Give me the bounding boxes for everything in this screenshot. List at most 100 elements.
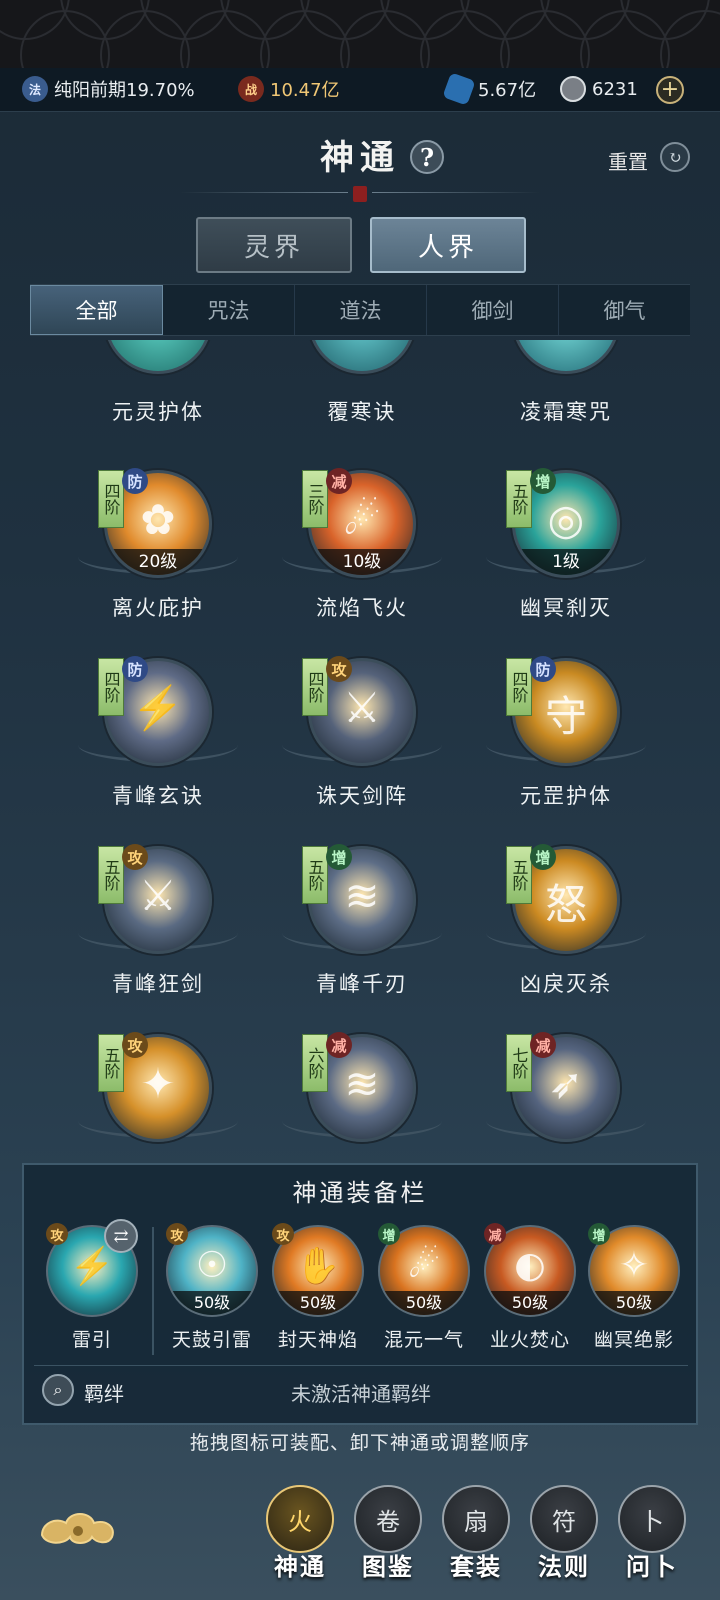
tab-sword[interactable]: 御剑 <box>427 285 559 335</box>
skill-card[interactable]: 怒五阶增凶戾灭杀 <box>476 844 656 1006</box>
skill-name: 元罡护体 <box>520 784 612 808</box>
bottom-nav: 火神通卷图鉴扇套装符法则卜问卜 <box>0 1475 720 1600</box>
equip-skill-name: 幽冥绝影 <box>593 1329 674 1351</box>
skill-card[interactable]: ≋ 六阶减 <box>272 1032 452 1150</box>
equip-slot[interactable]: ✋ 50级 攻封天神焰 <box>268 1223 368 1352</box>
nav-icon: 卷 <box>354 1485 422 1553</box>
equip-slot[interactable]: ☄ 50级 增混元一气 <box>374 1223 474 1352</box>
realm-tab-spirit[interactable]: 灵界 <box>196 217 352 273</box>
skill-tier: 四阶 <box>302 658 328 716</box>
skill-type-tag: 增 <box>530 844 556 870</box>
equip-glyph: ◐ <box>514 1245 546 1286</box>
realm-tab-human[interactable]: 人界 <box>370 217 526 273</box>
skill-card[interactable]: ⚔ 五阶攻青峰狂剑 <box>68 844 248 1006</box>
nav-label: 图鉴 <box>362 1552 414 1581</box>
skill-name: 凌霜寒咒 <box>520 400 612 424</box>
skill-card[interactable]: ➶ 七阶减 <box>476 1032 656 1150</box>
skill-name: 元灵护体 <box>112 400 204 424</box>
skill-name: 诛天剑阵 <box>316 784 408 808</box>
skill-card[interactable]: 凌霜寒咒 <box>476 340 656 430</box>
skill-tier: 五阶 <box>506 846 532 904</box>
nav-icon: 卜 <box>618 1485 686 1553</box>
skill-card[interactable]: 覆寒诀 <box>272 340 452 430</box>
skill-type-tag: 增 <box>326 844 352 870</box>
skill-tier: 四阶 <box>506 658 532 716</box>
skill-icon <box>308 340 416 374</box>
nav-label: 问卜 <box>626 1552 678 1581</box>
cultivation-stage[interactable]: 法 纯阳前期19.70% <box>22 76 195 102</box>
nav-button[interactable]: 卜问卜 <box>614 1485 690 1582</box>
currency-value: 6231 <box>592 78 638 100</box>
skill-type-tag: 增 <box>530 468 556 494</box>
cultivation-icon: 法 <box>22 76 48 102</box>
skill-card[interactable]: ☄ 10级 三阶减流焰飞火 <box>272 468 452 630</box>
combat-icon: 战 <box>238 76 264 102</box>
skill-type-tag: 攻 <box>122 844 148 870</box>
equip-type-tag: 增 <box>588 1223 610 1245</box>
skill-level: 20级 <box>107 549 209 575</box>
equip-glyph: ✧ <box>618 1245 650 1286</box>
nav-button[interactable]: 卷图鉴 <box>350 1485 426 1582</box>
equip-level: 50级 <box>380 1291 468 1315</box>
equip-slot[interactable]: ✧ 50级 增幽冥绝影 <box>584 1223 684 1352</box>
nav-button[interactable]: 符法则 <box>526 1485 602 1582</box>
equip-slot[interactable]: ☉ 50级 攻天鼓引雷 <box>162 1223 262 1352</box>
skill-card[interactable]: ⚡ 四阶防青峰玄诀 <box>68 656 248 818</box>
skill-card[interactable]: ✦ 五阶攻 <box>68 1032 248 1150</box>
skill-card[interactable]: 元灵护体 <box>68 340 248 430</box>
skill-name: 青峰千刃 <box>316 972 408 996</box>
skill-card[interactable]: ✿ 20级 四阶防离火庇护 <box>68 468 248 630</box>
skill-grid: 元灵护体 覆寒诀 凌霜寒咒 ✿ 20级 四阶防离火庇护 ☄ 10级 三阶减流焰飞火 ◎ 1级五… <box>0 340 720 1150</box>
tab-dao[interactable]: 道法 <box>295 285 427 335</box>
help-button[interactable]: ? <box>410 140 444 174</box>
equip-skill-name: 混元一气 <box>383 1329 464 1351</box>
equip-skill-name: 业火焚心 <box>489 1329 570 1351</box>
tab-all[interactable]: 全部 <box>30 285 163 335</box>
skill-tier: 五阶 <box>98 1034 124 1092</box>
reset-icon[interactable]: ↻ <box>660 142 690 172</box>
equip-panel: 神通装备栏 ⇄ ⚡ 攻雷引 ☉ 50级攻天鼓引雷 ✋ 50级攻封天神焰 ☄ 50级增混元一气 ◐… <box>22 1163 698 1425</box>
equip-type-tag: 攻 <box>46 1223 68 1245</box>
skill-card[interactable]: ◎ 1级 五阶增幽冥刹灭 <box>476 468 656 630</box>
equip-skill-name: 封天神焰 <box>277 1329 358 1351</box>
equip-type-tag: 攻 <box>272 1223 294 1245</box>
equip-level: 50级 <box>274 1291 362 1315</box>
equip-slot[interactable]: ◐ 50级 减业火焚心 <box>480 1223 580 1352</box>
skill-type-tag: 防 <box>530 656 556 682</box>
bond-row[interactable]: ⌕ 羁绊 未激活神通羁绊 <box>34 1365 688 1413</box>
skill-name: 离火庇护 <box>112 596 204 620</box>
skill-name: 流焰飞火 <box>316 596 408 620</box>
skill-tier: 五阶 <box>302 846 328 904</box>
nav-button[interactable]: 火神通 <box>262 1485 338 1582</box>
skill-card[interactable]: ⚔ 四阶攻诛天剑阵 <box>272 656 452 818</box>
nav-icon: 扇 <box>442 1485 510 1553</box>
resource-bar: 法 纯阳前期19.70% 战 10.47亿 5.67亿 6231 + <box>0 68 720 112</box>
equip-title: 神通装备栏 <box>292 1179 428 1207</box>
nav-button[interactable]: 扇套装 <box>438 1485 514 1582</box>
spirit-stone-icon <box>442 72 476 106</box>
spirit-stone[interactable]: 5.67亿 <box>442 72 536 106</box>
skill-type-tag: 防 <box>122 468 148 494</box>
skill-card[interactable]: ≋ 五阶增青峰千刃 <box>272 844 452 1006</box>
reset-label[interactable]: 重置 <box>608 146 648 175</box>
skill-tier: 三阶 <box>302 470 328 528</box>
nav-label: 神通 <box>274 1552 326 1581</box>
add-currency-button[interactable]: + <box>656 76 684 104</box>
tab-curse[interactable]: 咒法 <box>163 285 295 335</box>
nav-icon: 火 <box>266 1485 334 1553</box>
skill-tier: 五阶 <box>506 470 532 528</box>
equip-glyph: ☉ <box>195 1245 229 1286</box>
skill-card[interactable]: 守四阶防元罡护体 <box>476 656 656 818</box>
cloud-menu-icon[interactable] <box>36 1505 120 1553</box>
currency[interactable]: 6231 <box>560 76 638 102</box>
combat-power[interactable]: 战 10.47亿 <box>238 76 340 102</box>
equip-type-tag: 攻 <box>166 1223 188 1245</box>
swap-icon[interactable]: ⇄ <box>104 1219 138 1253</box>
skill-tier: 四阶 <box>98 470 124 528</box>
skill-tier: 五阶 <box>98 846 124 904</box>
bond-status: 未激活神通羁绊 <box>291 1382 431 1406</box>
combat-power-value: 10.47亿 <box>270 80 340 101</box>
equip-level: 50级 <box>486 1291 574 1315</box>
page-title: 神通 <box>320 138 400 178</box>
skill-type-tag: 减 <box>326 1032 352 1058</box>
